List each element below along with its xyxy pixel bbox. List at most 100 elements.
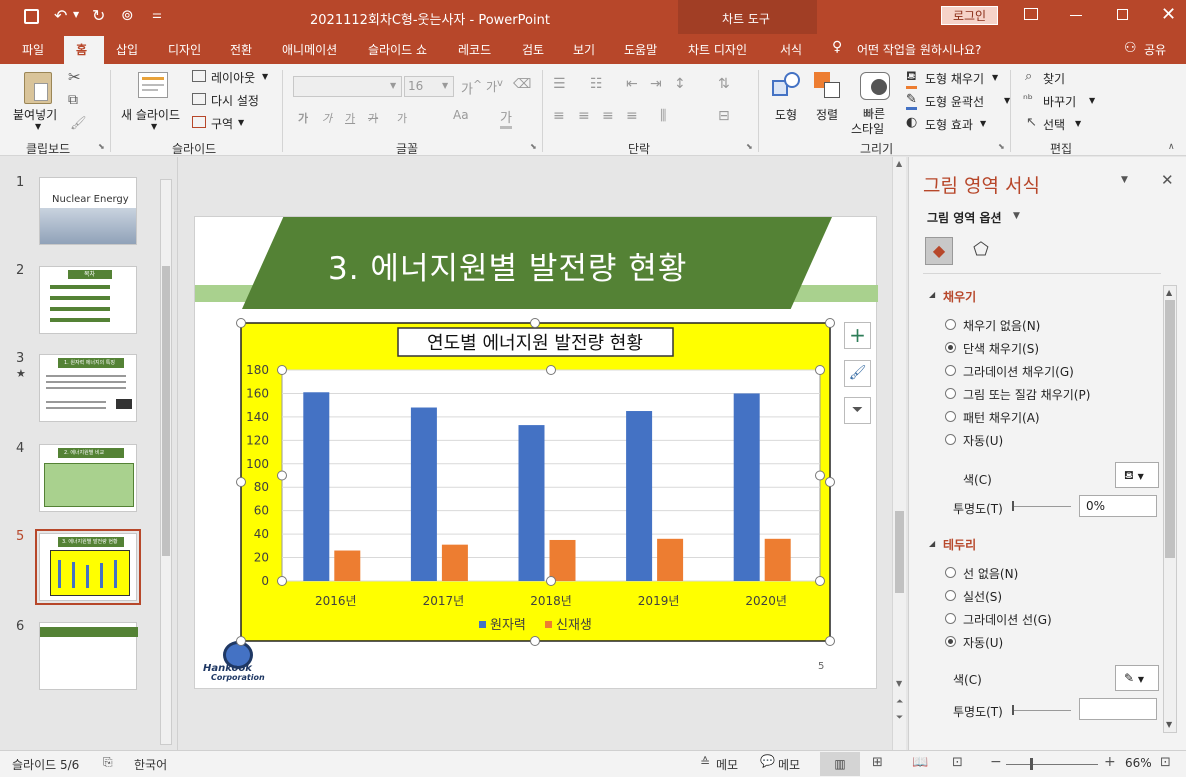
next-slide-icon[interactable]: ⏷ [896, 713, 903, 723]
radio-border-0[interactable] [945, 567, 956, 578]
new-slide-button[interactable]: 새 슬라이드 [121, 106, 180, 123]
quick-styles-icon[interactable] [860, 72, 890, 100]
accessibility-icon[interactable]: ⎘ [103, 755, 113, 770]
radio-label[interactable]: 자동(U) [963, 634, 1003, 651]
save-icon[interactable] [24, 9, 39, 24]
align-center-icon[interactable]: ≡ [578, 108, 590, 124]
radio-border-2[interactable] [945, 613, 956, 624]
chart[interactable]: 0 20 40 60 80 100 120 140 160 180 2016년 2017년 2018년 2… [233, 316, 838, 649]
thumbnail-slide-5[interactable]: 3. 에너지원별 발전량 현황 [39, 533, 137, 601]
scroll-up-icon[interactable]: ▲ [896, 159, 902, 168]
font-name-combo[interactable] [293, 76, 402, 97]
radio-fill-5[interactable] [945, 434, 956, 445]
fill-section-header[interactable]: 채우기 [943, 288, 976, 305]
section-dropdown-icon[interactable]: ▼ [238, 118, 244, 127]
maximize-icon[interactable] [1117, 9, 1128, 20]
font-color-icon[interactable]: 가 [500, 107, 512, 129]
login-button[interactable]: 로그인 [941, 6, 998, 25]
slide-sorter-view-icon[interactable]: ⊞ [872, 755, 883, 770]
select-button[interactable]: 선택 [1043, 116, 1065, 133]
paste-button[interactable]: 붙여넣기 [13, 106, 57, 123]
layout-dropdown-icon[interactable]: ▼ [262, 72, 268, 81]
replace-button[interactable]: 바꾸기 [1043, 93, 1076, 110]
font-size-dropdown-icon[interactable]: ▼ [442, 81, 448, 90]
chart-styles-button[interactable]: 🖌 [844, 360, 871, 387]
radio-label[interactable]: 단색 채우기(S) [963, 340, 1039, 357]
tab-chart-design[interactable]: 차트 디자인 [688, 41, 747, 58]
zoom-slider[interactable] [1006, 758, 1098, 770]
line-spacing-icon[interactable]: ↕ [674, 76, 686, 92]
language-indicator[interactable]: 한국어 [134, 756, 167, 773]
effects-tab-icon[interactable]: ⬠ [967, 237, 995, 265]
zoom-level[interactable]: 66% [1125, 756, 1152, 770]
arrange-button[interactable]: 정렬 [816, 106, 838, 123]
radio-fill-1[interactable] [945, 342, 956, 353]
close-icon[interactable]: ✕ [1161, 4, 1176, 25]
radio-label[interactable]: 그라데이션 채우기(G) [963, 363, 1074, 380]
undo-icon[interactable]: ↶ [54, 6, 67, 25]
align-text-icon[interactable]: ⊟ [718, 108, 730, 124]
tab-record[interactable]: 레코드 [458, 41, 491, 58]
tell-me-input[interactable]: 어떤 작업을 원하시나요? [857, 41, 981, 58]
thumbnails-scrollbar-thumb[interactable] [162, 266, 170, 556]
shape-outline-button[interactable]: 도형 윤곽선 [925, 93, 984, 110]
tab-file[interactable]: 파일 [22, 41, 44, 58]
share-button[interactable]: 공유 [1144, 41, 1166, 58]
section-button[interactable]: 구역 [211, 115, 233, 132]
radio-border-1[interactable] [945, 590, 956, 601]
justify-icon[interactable]: ≡ [626, 108, 638, 124]
bullets-icon[interactable]: ☰ [553, 76, 566, 92]
zoom-in-icon[interactable]: + [1104, 754, 1116, 770]
redo-icon[interactable]: ↻ [92, 6, 105, 25]
border-transparency-input[interactable] [1079, 698, 1157, 720]
increase-indent-icon[interactable]: ⇥ [650, 76, 662, 92]
pane-scroll-down-icon[interactable]: ▼ [1166, 720, 1172, 729]
radio-label[interactable]: 자동(U) [963, 432, 1003, 449]
shape-fill-dropdown-icon[interactable]: ▼ [992, 73, 998, 82]
tab-view[interactable]: 보기 [573, 41, 595, 58]
character-spacing-icon[interactable]: 가 [397, 110, 407, 126]
tab-animations[interactable]: 애니메이션 [282, 41, 337, 58]
paragraph-launcher-icon[interactable]: ⬊ [746, 142, 753, 151]
clear-format-icon[interactable]: ⌫ [513, 77, 531, 92]
thumbnail-slide-1[interactable]: Nuclear Energy [39, 177, 137, 245]
clipboard-launcher-icon[interactable]: ⬊ [98, 142, 105, 151]
radio-fill-4[interactable] [945, 411, 956, 422]
numbering-icon[interactable]: ☷ [590, 76, 603, 92]
thumbnail-slide-4[interactable]: 2. 에너지원별 비교 [39, 444, 137, 512]
replace-dropdown-icon[interactable]: ▼ [1089, 96, 1095, 105]
tab-format[interactable]: 서식 [780, 41, 802, 58]
grow-font-icon[interactable]: 가^ [461, 78, 482, 97]
pane-scroll-up-icon[interactable]: ▲ [1166, 288, 1172, 297]
cut-icon[interactable]: ✂ [68, 68, 81, 86]
shape-effects-dropdown-icon[interactable]: ▼ [980, 119, 986, 128]
drawing-launcher-icon[interactable]: ⬊ [998, 142, 1005, 151]
radio-fill-0[interactable] [945, 319, 956, 330]
slideshow-icon[interactable]: ⊚ [121, 6, 134, 24]
plot-area-options-dropdown-icon[interactable]: ▼ [1013, 211, 1020, 221]
zoom-out-icon[interactable]: − [990, 754, 1002, 770]
radio-border-3[interactable] [945, 636, 956, 647]
tab-insert[interactable]: 삽입 [116, 41, 138, 58]
normal-view-button[interactable]: ▥ [820, 752, 860, 776]
tab-design[interactable]: 디자인 [168, 41, 201, 58]
arrange-icon[interactable] [814, 72, 842, 100]
fill-section-collapse-icon[interactable]: ◢ [929, 290, 935, 299]
thumbnail-slide-2[interactable]: 목차 [39, 266, 137, 334]
undo-dropdown-icon[interactable]: ▼ [73, 10, 79, 19]
slide-title[interactable]: 3. 에너지원별 발전량 현황 [328, 243, 687, 288]
shapes-icon[interactable] [772, 72, 802, 102]
radio-label[interactable]: 실선(S) [963, 588, 1002, 605]
find-button[interactable]: 찾기 [1043, 70, 1065, 87]
canvas-scrollbar[interactable]: ▲ ▼ ⏶ ⏷ [892, 157, 906, 750]
shrink-font-icon[interactable]: 가v [486, 78, 503, 95]
shapes-button[interactable]: 도형 [775, 106, 797, 123]
pane-scrollbar[interactable]: ▲ ▼ [1163, 285, 1177, 733]
italic-icon[interactable]: 가 [322, 110, 332, 126]
font-name-dropdown-icon[interactable]: ▼ [390, 81, 396, 90]
layout-button[interactable]: 레이아웃 [211, 69, 255, 86]
notes-button[interactable]: 메모 [716, 756, 738, 773]
plot-area-options-label[interactable]: 그림 영역 옵션 [927, 209, 1002, 226]
slideshow-view-icon[interactable]: ⊡ [952, 755, 963, 770]
scroll-down-icon[interactable]: ▼ [896, 679, 902, 688]
